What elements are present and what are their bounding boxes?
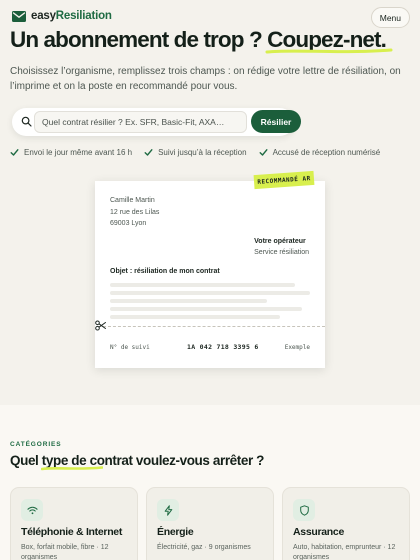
feature-item: Accusé de réception numérisé <box>259 148 381 157</box>
feature-list: Envoi le jour même avant 16 h Suivi jusq… <box>10 148 392 157</box>
category-card-assurance[interactable]: Assurance Auto, habitation, emprunteur ·… <box>282 487 410 560</box>
feature-label: Envoi le jour même avant 16 h <box>24 148 133 157</box>
headline-highlight: Coupez-net. <box>265 27 393 54</box>
page-title: Un abonnement de trop ? Coupez-net. <box>10 27 393 54</box>
title-highlight: type de <box>40 453 103 471</box>
tracking-label: N° de suivi <box>110 344 150 351</box>
wifi-icon <box>26 506 38 514</box>
section-title: Quel type de contrat voulez-vous arrêter… <box>10 453 264 471</box>
card-title: Assurance <box>293 526 344 538</box>
hero-section: easyResiliation Menu Un abonnement de tr… <box>0 0 420 405</box>
feature-label: Accusé de réception numérisé <box>272 148 381 157</box>
shield-icon <box>299 504 309 516</box>
text-placeholder-line <box>110 291 310 295</box>
text-placeholder-line <box>110 283 295 287</box>
menu-button[interactable]: Menu <box>370 7 410 28</box>
recipient-address: Votre opérateur Service résiliation <box>254 238 309 256</box>
tracking-number: 1A 042 718 3395 6 <box>187 343 259 351</box>
letter-preview: Camille Martin 12 rue des Lilas 69003 Ly… <box>95 181 325 368</box>
feature-item: Suivi jusqu’à la réception <box>144 148 247 157</box>
text-placeholder-line <box>110 315 280 319</box>
search-icon <box>21 116 32 127</box>
underline-stroke <box>265 48 393 54</box>
underline-stroke <box>40 466 103 471</box>
card-title: Téléphonie & Internet <box>21 526 123 538</box>
feature-label: Suivi jusqu’à la réception <box>158 148 247 157</box>
section-kicker: CATÉGORIES <box>10 441 62 448</box>
intro-text: Choisissez l’organisme, remplissez trois… <box>10 66 401 92</box>
check-icon <box>144 149 153 156</box>
categories-section: CATÉGORIES Quel type de contrat voulez-v… <box>0 405 420 560</box>
card-description: Box, forfait mobile, fibre · 12 organism… <box>21 544 109 560</box>
feature-item: Envoi le jour même avant 16 h <box>10 148 132 157</box>
brand-logo[interactable]: easyResiliation <box>12 10 112 22</box>
check-icon <box>259 149 268 156</box>
card-title: Énergie <box>157 526 194 538</box>
search-bar: Résilier <box>12 108 301 136</box>
card-description: Électricité, gaz · 9 organismes <box>157 544 251 551</box>
example-tag: Exemple <box>284 344 310 351</box>
category-card-energie[interactable]: Énergie Électricité, gaz · 9 organismes <box>146 487 274 560</box>
cut-line <box>103 326 325 327</box>
card-icon-badge <box>157 499 179 521</box>
envelope-icon <box>12 10 26 22</box>
letter-subject: Objet : résiliation de mon contrat <box>110 268 220 275</box>
scissors-icon <box>95 320 106 331</box>
card-icon-badge <box>21 499 43 521</box>
check-icon <box>10 149 19 156</box>
text-placeholder-line <box>110 307 302 311</box>
category-card-telephonie[interactable]: Téléphonie & Internet Box, forfait mobil… <box>10 487 138 560</box>
headline-start: Un abonnement de trop ? <box>10 27 268 52</box>
lightning-icon <box>164 504 172 516</box>
search-input[interactable] <box>34 111 247 133</box>
resilier-button[interactable]: Résilier <box>251 110 301 133</box>
brand-name: easyResiliation <box>31 10 112 22</box>
text-placeholder-line <box>110 299 267 303</box>
card-description: Auto, habitation, emprunteur · 12 organi… <box>293 544 396 560</box>
card-icon-badge <box>293 499 315 521</box>
sender-address: Camille Martin 12 rue des Lilas 69003 Ly… <box>110 197 160 227</box>
